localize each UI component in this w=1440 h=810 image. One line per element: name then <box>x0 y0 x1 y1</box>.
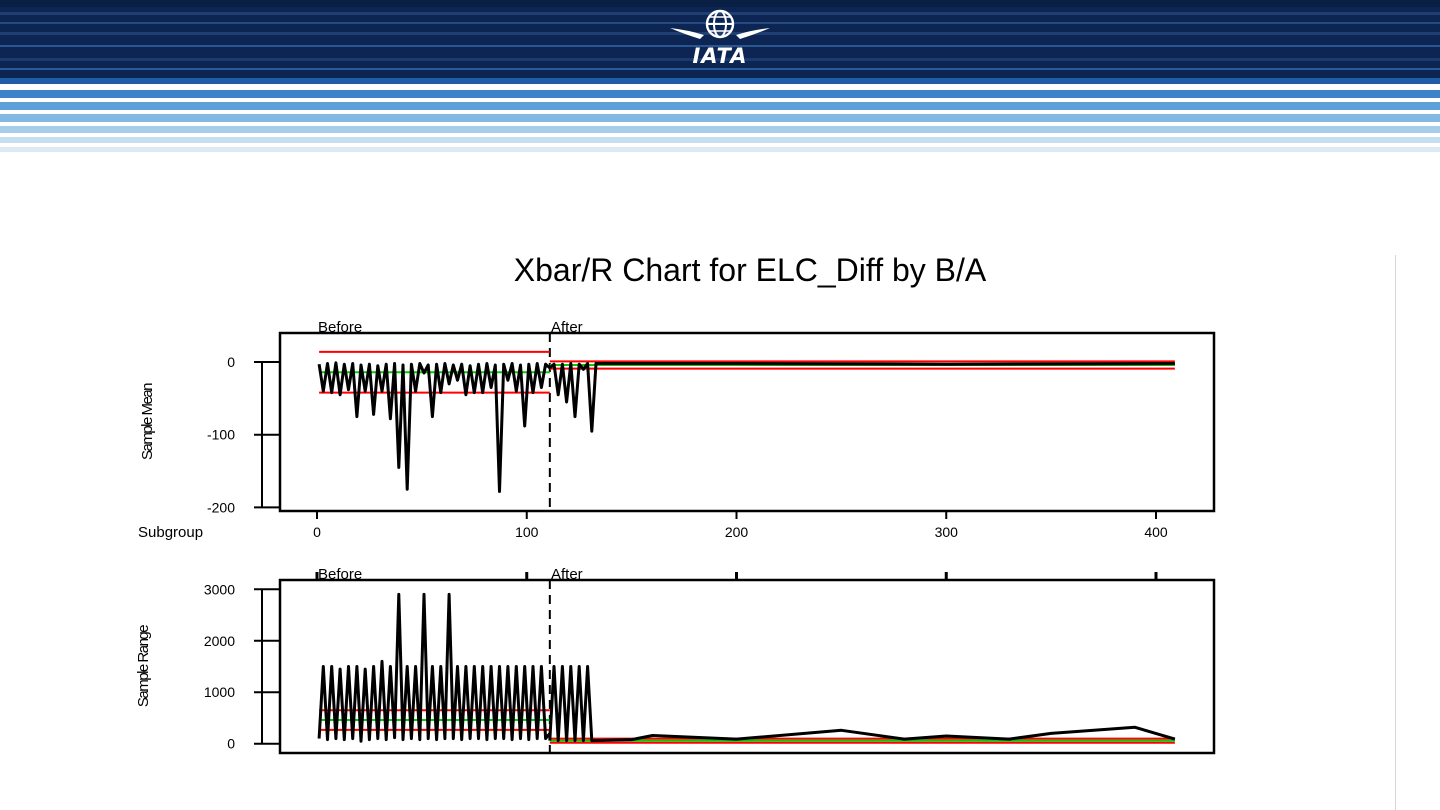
xbar-r-chart: 0-100-200Sample MeanBefore After010002000… <box>135 319 1216 755</box>
y-tick-label-xbar: 0 <box>227 354 235 370</box>
y-tick-label-range: 0 <box>227 736 235 752</box>
y-tick-label-xbar: -100 <box>207 427 235 443</box>
phase-label-before: Before <box>318 566 362 583</box>
x-tick-label: 400 <box>1144 524 1168 540</box>
y-axis-label-range: Sample Range <box>135 625 152 707</box>
x-tick-label: 100 <box>515 524 539 540</box>
data-series-xbar-after <box>548 362 1175 433</box>
data-series-range-after <box>548 665 1176 743</box>
x-tick-label: 300 <box>935 524 959 540</box>
x-tick-label: 0 <box>313 524 321 540</box>
y-tick-label-range: 3000 <box>204 581 235 597</box>
x-tick-label: 200 <box>725 524 749 540</box>
phase-label-after: After <box>551 566 583 583</box>
y-tick-label-range: 2000 <box>204 633 235 649</box>
plot-frame-xbar <box>278 331 1216 513</box>
y-tick-label-xbar: -200 <box>207 499 235 515</box>
phase-label-before: Before <box>318 319 362 336</box>
x-axis-label: Subgroup <box>138 524 203 541</box>
y-tick-label-range: 1000 <box>204 684 235 700</box>
data-series-xbar-before <box>317 361 551 493</box>
phase-label-after: After <box>551 319 583 336</box>
y-axis-label-xbar: Sample Mean <box>139 383 156 460</box>
